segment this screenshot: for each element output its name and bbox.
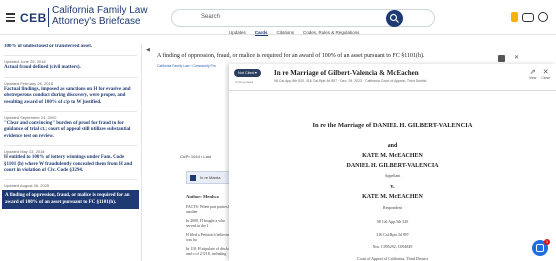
sidebar-item[interactable]: Updated September 24, 2002 "Clear and co… [4, 115, 137, 140]
chat-icon[interactable] [522, 12, 534, 22]
header-icons [511, 12, 548, 22]
tab-citations[interactable]: Citations [277, 30, 295, 36]
collapse-arrow-icon[interactable]: ◀ [146, 47, 150, 53]
case-heading: In re the Marriage of DANIEL H. GILBERT-… [312, 122, 473, 129]
card-cite: CivPr 1044 • Last [180, 154, 211, 159]
card-actions: ✕ [498, 55, 521, 62]
external-link-icon: ⇗ [529, 69, 536, 76]
author: Author: Menlwa [186, 194, 219, 199]
close-icon[interactable]: ✕ [514, 55, 521, 62]
search-icon [389, 13, 399, 23]
logo[interactable]: CEB [20, 11, 47, 25]
chat-support-button[interactable]: 1 [532, 239, 550, 256]
document-icon [190, 175, 196, 181]
tab-updates[interactable]: Updates [229, 30, 246, 36]
sidebar: 100% of undisclosed or transferred asset… [0, 44, 142, 261]
sidebar-item-active[interactable]: A finding of oppression, fraud, or malic… [2, 190, 139, 210]
tab-bar: Updates Cards Citations Codes, Rules & R… [229, 30, 359, 36]
search-placeholder: Search [201, 14, 221, 20]
sidebar-item[interactable]: Updated May 13, 2018 H entitled to 100% … [4, 149, 137, 174]
print-icon[interactable] [498, 55, 505, 62]
close-icon: ✕ [542, 69, 549, 76]
tab-cards[interactable]: Cards [254, 30, 268, 36]
search-button[interactable] [386, 10, 403, 27]
case-panel-header: Not Cited ▾ 0 citing cases In re Marriag… [229, 64, 556, 91]
view-button[interactable]: ⇗ View [529, 69, 536, 80]
case-citation: 98 Cal.App.5th 520, 316 Cal.Rptr.3d 897 … [274, 79, 427, 83]
sidebar-item[interactable]: Updated February 26, 2018 Factual findin… [4, 81, 137, 106]
notification-badge: 1 [544, 239, 550, 245]
notes-icon[interactable] [511, 12, 518, 22]
citing-count: 0 citing cases [235, 80, 254, 84]
card-heading: A finding of oppression, fraud, or malic… [157, 53, 425, 59]
tab-codes[interactable]: Codes, Rules & Regulations [303, 30, 359, 36]
user-icon[interactable] [538, 12, 548, 22]
close-button[interactable]: ✕ Close [541, 69, 550, 80]
product-name: California Family Law Attorney's Briefca… [52, 5, 148, 27]
sidebar-item[interactable]: Updated June 25, 2018 Actual fraud defin… [4, 59, 137, 71]
breadcrumb[interactable]: California Family Law › Community Pro [157, 64, 216, 68]
panel-actions: ⇗ View ✕ Close [529, 69, 550, 80]
logo-divider [48, 8, 49, 27]
case-title: In re Marriage of Gilbert-Valencia & McE… [274, 69, 419, 77]
case-text: In re the Marriage of DANIEL H. GILBERT-… [229, 92, 556, 261]
citation-status-badge[interactable]: Not Cited ▾ [234, 69, 261, 77]
card-body: CivPr 1044 • Last In re Marria Author: M… [157, 75, 238, 261]
sidebar-item[interactable]: 100% of undisclosed or transferred asset… [4, 44, 137, 50]
case-panel: Not Cited ▾ 0 citing cases In re Marriag… [229, 64, 556, 261]
menu-icon[interactable] [6, 13, 15, 22]
chat-bubble-icon [536, 244, 544, 252]
